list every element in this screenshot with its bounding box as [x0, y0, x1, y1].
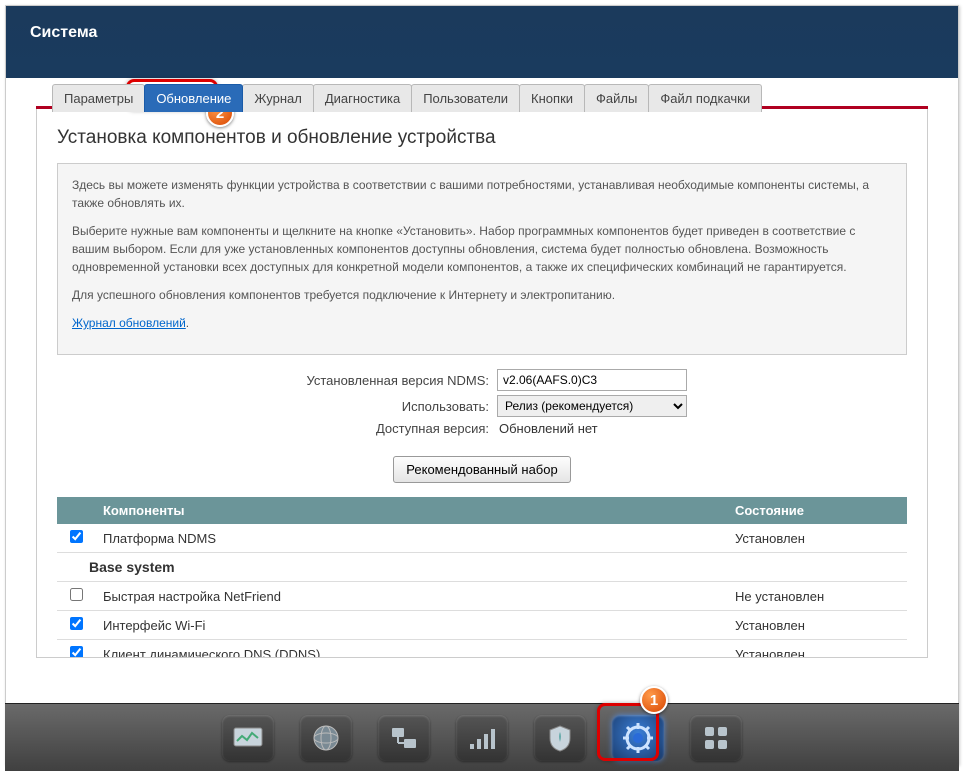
- version-form: Установленная версия NDMS: Использовать:…: [277, 369, 687, 436]
- tab-diagnostics[interactable]: Диагностика: [313, 84, 412, 112]
- nav-settings-button[interactable]: [612, 715, 664, 761]
- tabs: Параметры Обновление Журнал Диагностика …: [52, 84, 761, 112]
- nav-monitor-button[interactable]: [222, 715, 274, 761]
- label-use: Использовать:: [277, 399, 497, 414]
- tab-buttons[interactable]: Кнопки: [519, 84, 585, 112]
- row-checkbox[interactable]: [70, 617, 83, 630]
- tab-parameters[interactable]: Параметры: [52, 84, 145, 112]
- row-status: Установлен: [727, 611, 907, 640]
- bottom-bar: [5, 703, 959, 771]
- main-window: Система Параметры Обновление Журнал Диаг…: [5, 5, 959, 765]
- row-name: Клиент динамического DNS (DDNS): [95, 640, 727, 659]
- input-installed[interactable]: [497, 369, 687, 391]
- label-available: Доступная версия:: [277, 421, 497, 436]
- globe-icon: [312, 724, 340, 752]
- info-text-1: Здесь вы можете изменять функции устройс…: [72, 176, 892, 212]
- row-status: Не установлен: [727, 582, 907, 611]
- nav-apps-button[interactable]: [690, 715, 742, 761]
- select-use[interactable]: Релиз (рекомендуется): [497, 395, 687, 417]
- nav-shield-button[interactable]: [534, 715, 586, 761]
- info-text-2: Выберите нужные вам компоненты и щелкнит…: [72, 222, 892, 276]
- row-name: Платформа NDMS: [95, 524, 727, 553]
- gear-icon: [623, 723, 653, 753]
- table-row: Быстрая настройка NetFriend Не установле…: [57, 582, 907, 611]
- tab-swap[interactable]: Файл подкачки: [648, 84, 762, 112]
- content: Установка компонентов и обновление устро…: [36, 109, 928, 658]
- page-title: Установка компонентов и обновление устро…: [57, 127, 907, 149]
- header: Система: [6, 6, 958, 78]
- row-checkbox[interactable]: [70, 588, 83, 601]
- row-status: Установлен: [727, 640, 907, 659]
- table-row: Платформа NDMS Установлен: [57, 524, 907, 553]
- network-icon: [389, 726, 419, 750]
- recommended-set-button[interactable]: Рекомендованный набор: [393, 456, 570, 483]
- tab-update[interactable]: Обновление: [144, 84, 243, 112]
- nav-signal-button[interactable]: [456, 715, 508, 761]
- row-checkbox[interactable]: [70, 646, 83, 658]
- row-name: Быстрая настройка NetFriend: [95, 582, 727, 611]
- row-checkbox[interactable]: [70, 530, 83, 543]
- changelog-link[interactable]: Журнал обновлений: [72, 316, 186, 330]
- monitor-icon: [233, 727, 263, 749]
- row-name: Интерфейс Wi-Fi: [95, 611, 727, 640]
- info-text-3: Для успешного обновления компонентов тре…: [72, 286, 892, 304]
- components-table: Компоненты Состояние Платформа NDMS Уста…: [57, 497, 907, 658]
- tab-users[interactable]: Пользователи: [411, 84, 520, 112]
- header-title: Система: [30, 24, 958, 42]
- label-installed: Установленная версия NDMS:: [277, 373, 497, 388]
- section-base-system: Base system: [57, 553, 907, 582]
- row-status: Установлен: [727, 524, 907, 553]
- col-components: Компоненты: [95, 497, 727, 524]
- tab-files[interactable]: Файлы: [584, 84, 649, 112]
- tab-log[interactable]: Журнал: [242, 84, 313, 112]
- info-box: Здесь вы можете изменять функции устройс…: [57, 163, 907, 355]
- nav-globe-button[interactable]: [300, 715, 352, 761]
- apps-icon: [703, 725, 729, 751]
- col-status: Состояние: [727, 497, 907, 524]
- table-row: Клиент динамического DNS (DDNS) Установл…: [57, 640, 907, 659]
- signal-icon: [468, 726, 496, 750]
- table-row: Интерфейс Wi-Fi Установлен: [57, 611, 907, 640]
- table-header: Компоненты Состояние: [57, 497, 907, 524]
- shield-icon: [548, 724, 572, 752]
- nav-network-button[interactable]: [378, 715, 430, 761]
- value-available: Обновлений нет: [497, 421, 598, 436]
